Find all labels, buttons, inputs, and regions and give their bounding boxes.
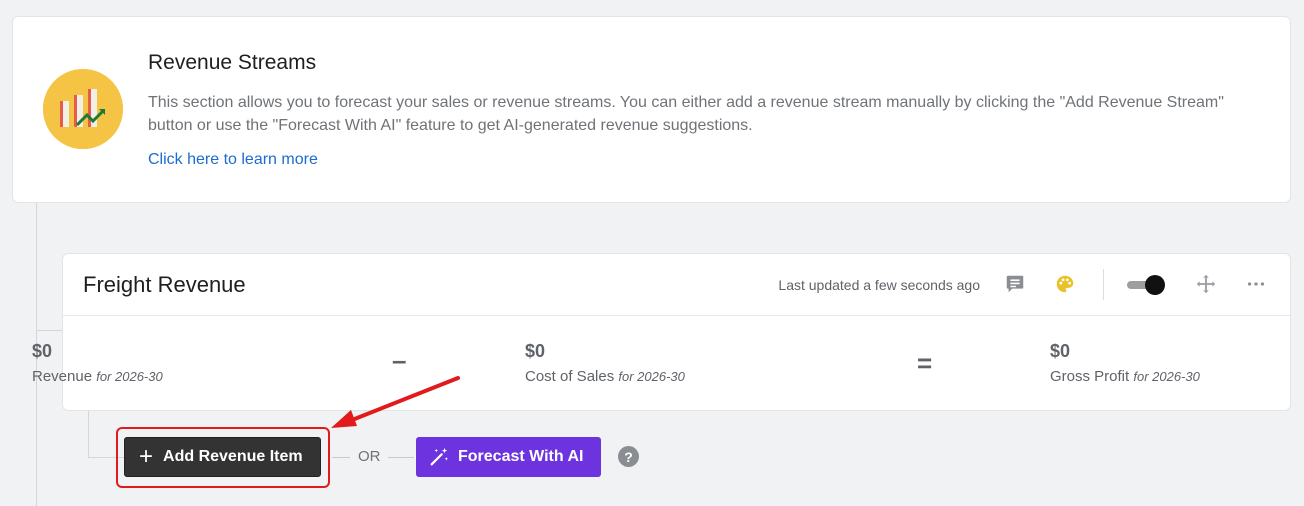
add-revenue-item-label: Add Revenue Item — [163, 448, 303, 465]
section-header-card: Revenue Streams This section allows you … — [12, 16, 1291, 203]
cost-of-sales-period: for 2026-30 — [618, 369, 685, 384]
revenue-chart-icon — [43, 69, 123, 149]
magic-wand-icon — [430, 447, 449, 466]
equals-operator: = — [917, 348, 933, 378]
stream-title[interactable]: Freight Revenue — [83, 272, 246, 298]
last-updated-text: Last updated a few seconds ago — [778, 277, 980, 293]
move-icon[interactable] — [1194, 272, 1218, 296]
gross-profit-label: Gross Profit — [1050, 368, 1130, 385]
annotation-arrow — [331, 376, 460, 428]
forecast-with-ai-label: Forecast With AI — [458, 448, 584, 465]
revenue-period: for 2026-30 — [96, 369, 163, 384]
learn-more-link[interactable]: Click here to learn more — [148, 151, 318, 169]
more-icon[interactable] — [1244, 272, 1268, 296]
toggle-switch[interactable] — [1127, 275, 1165, 295]
gross-profit-period: for 2026-30 — [1133, 369, 1200, 384]
cost-of-sales-value: $0 — [525, 341, 546, 361]
tree-connector — [88, 411, 89, 458]
section-description: This section allows you to forecast your… — [148, 94, 1224, 134]
comment-icon[interactable] — [1003, 272, 1027, 296]
or-divider-line — [388, 457, 414, 458]
page-title: Revenue Streams — [148, 51, 317, 74]
revenue-stream-card: Freight Revenue Last updated a few secon… — [62, 253, 1291, 411]
revenue-label: Revenue — [32, 368, 93, 385]
palette-icon[interactable] — [1053, 272, 1077, 296]
cost-of-sales-label: Cost of Sales — [525, 368, 615, 385]
revenue-metric: $0 Revenue for 2026-30 — [32, 341, 163, 385]
cost-of-sales-metric: $0 Cost of Sales for 2026-30 — [525, 341, 685, 385]
gross-profit-value: $0 — [1050, 341, 1071, 361]
tree-connector — [36, 330, 62, 331]
revenue-value: $0 — [32, 341, 53, 361]
or-divider-line — [332, 457, 350, 458]
help-icon[interactable]: ? — [618, 446, 639, 467]
plus-icon: + — [139, 443, 154, 470]
stream-header: Freight Revenue Last updated a few secon… — [63, 254, 1290, 316]
add-revenue-item-button[interactable]: + Add Revenue Item — [124, 437, 321, 477]
gross-profit-metric: $0 Gross Profit for 2026-30 — [1050, 341, 1200, 385]
header-divider — [1103, 269, 1104, 300]
or-label: OR — [358, 448, 381, 465]
forecast-with-ai-button[interactable]: Forecast With AI — [416, 437, 601, 477]
